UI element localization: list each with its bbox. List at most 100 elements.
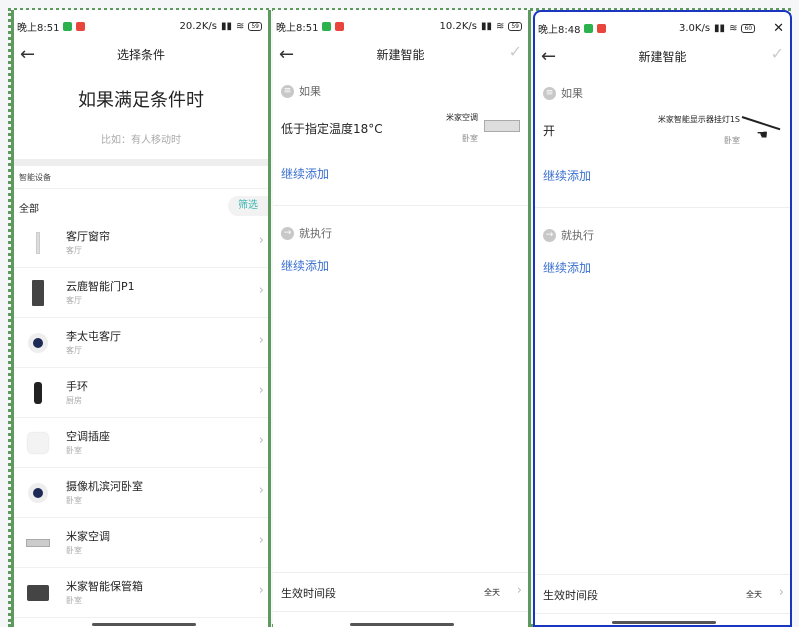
network-speed: 3.0K/s [679, 22, 711, 34]
new-automation-screen: 晚上8:51 10.2K/s ▮▮ ≋ 59 ← 新建智能 ✓ ≡ 如果 低于指定温… [273, 10, 531, 627]
effective-period-row[interactable]: 生效时间段 全天 › [273, 572, 528, 612]
device-row[interactable]: 米家空调 卧室 › [14, 518, 268, 568]
home-indicator [92, 623, 196, 626]
then-section-header: → 就执行 [543, 227, 594, 243]
device-row[interactable]: 手环 厨房 › [14, 368, 268, 418]
confirm-check-button[interactable]: ✓ [509, 42, 522, 61]
arrow-right-icon: → [543, 228, 556, 242]
device-name: 客厅窗帘 [66, 230, 110, 243]
door-icon [26, 280, 50, 306]
new-automation-screen-active: 晚上8:48 3.0K/s ▮▮ ≋ 60 ✕ ← 新建智能 ✓ ≡ 如果 开 米家… [533, 10, 792, 627]
chevron-right-icon: › [778, 585, 784, 600]
condition-text[interactable]: 开 [543, 122, 555, 139]
device-row[interactable]: 摄像机滨河卧室 卧室 › [14, 468, 268, 518]
camera-icon [26, 331, 50, 355]
chevron-right-icon: › [258, 333, 264, 348]
band-icon [26, 381, 50, 405]
camera-icon [26, 481, 50, 505]
device-room: 卧室 [66, 596, 82, 605]
chevron-right-icon: › [258, 433, 264, 448]
wifi-icon: ≋ [495, 20, 505, 32]
section-label: 智能设备 [19, 173, 51, 182]
arrow-right-icon: → [281, 226, 294, 240]
device-room: 卧室 [66, 496, 82, 505]
hint-text: 比如：有人移动时 [101, 135, 181, 146]
signal-icon: ▮▮ [220, 20, 232, 32]
ac-icon [26, 531, 50, 555]
condition-room: 卧室 [724, 136, 740, 145]
network-speed: 20.2K/s [179, 20, 217, 32]
chevron-right-icon: › [258, 483, 264, 498]
home-indicator [612, 621, 716, 624]
if-label: 如果 [561, 87, 583, 100]
device-name: 摄像机滨河卧室 [66, 480, 143, 493]
condition-text[interactable]: 低于指定温度18°C [281, 120, 383, 137]
device-name: 云鹿智能门P1 [66, 280, 135, 293]
filter-button[interactable]: 筛选 [228, 196, 268, 216]
add-condition-link[interactable]: 继续添加 [281, 165, 329, 182]
chevron-right-icon: › [258, 383, 264, 398]
all-devices-tab[interactable]: 全部 [19, 200, 39, 215]
device-name: 空调插座 [66, 430, 110, 443]
chevron-right-icon: › [258, 583, 264, 598]
device-row[interactable]: 空调插座 卧室 › [14, 418, 268, 468]
chevron-right-icon: › [258, 533, 264, 548]
signal-icon: ▮▮ [714, 22, 726, 34]
device-name: 手环 [66, 380, 88, 393]
page-title: 选择条件 [116, 48, 165, 62]
close-button[interactable]: ✕ [773, 21, 784, 36]
confirm-check-button[interactable]: ✓ [771, 44, 784, 63]
condition-device: 米家空调 [446, 113, 478, 122]
curtain-icon [26, 231, 50, 255]
condition-device: 米家智能显示器挂灯1S [657, 115, 740, 124]
battery-icon: 60 [741, 23, 756, 33]
device-room: 客厅 [66, 346, 82, 355]
chevron-right-icon: › [258, 233, 264, 248]
page-title: 新建智能 [638, 50, 687, 64]
if-section-header: ≡ 如果 [543, 85, 583, 101]
add-action-link[interactable]: 继续添加 [281, 257, 329, 274]
if-label: 如果 [299, 85, 321, 98]
then-label: 就执行 [299, 227, 332, 240]
add-condition-link[interactable]: 继续添加 [543, 167, 591, 184]
phone-app-icon [322, 21, 332, 31]
device-row[interactable]: 云鹿智能门P1 客厅 › [14, 268, 268, 318]
device-room: 客厅 [66, 296, 82, 305]
status-bar: 晚上8:51 10.2K/s ▮▮ ≋ 59 [276, 19, 522, 34]
mouse-cursor-icon: ☚ [756, 128, 768, 143]
device-row[interactable]: 客厅窗帘 客厅 › [14, 218, 268, 268]
device-row[interactable]: 李太屯客厅 客厅 › [14, 318, 268, 368]
device-room: 客厅 [66, 246, 82, 255]
period-label: 生效时间段 [281, 587, 336, 600]
status-bar: 晚上8:51 20.2K/s ▮▮ ≋ 59 [17, 19, 262, 34]
battery-icon: 59 [508, 21, 522, 31]
chevron-right-icon: › [258, 283, 264, 298]
home-indicator [350, 623, 454, 626]
list-icon: ≡ [543, 86, 556, 100]
condition-room: 卧室 [462, 134, 478, 143]
device-name: 米家智能保管箱 [66, 580, 143, 593]
status-time: 晚上8:51 [276, 22, 319, 34]
then-label: 就执行 [561, 229, 594, 242]
select-condition-screen: 晚上8:51 20.2K/s ▮▮ ≋ 59 ← 选择条件 如果满足条件时 比如：… [11, 10, 271, 627]
period-label: 生效时间段 [543, 589, 598, 602]
device-room: 卧室 [66, 546, 82, 555]
then-section-header: → 就执行 [281, 225, 332, 241]
wifi-icon: ≋ [729, 22, 738, 34]
phone-app-icon [584, 23, 594, 33]
device-name: 李太屯客厅 [66, 330, 121, 343]
if-section-header: ≡ 如果 [281, 83, 321, 99]
network-speed: 10.2K/s [439, 20, 477, 32]
add-action-link[interactable]: 继续添加 [543, 259, 591, 276]
status-time: 晚上8:48 [538, 24, 581, 36]
device-room: 厨房 [66, 396, 82, 405]
heading: 如果满足条件时 [78, 90, 204, 111]
section-separator [14, 159, 268, 166]
phone-app-icon [63, 21, 73, 31]
list-icon: ≡ [281, 84, 294, 98]
status-time: 晚上8:51 [17, 22, 60, 34]
device-row[interactable]: 米家智能保管箱 卧室 › [14, 568, 268, 618]
battery-icon: 59 [248, 21, 262, 31]
effective-period-row[interactable]: 生效时间段 全天 › [535, 574, 790, 614]
socket-icon [26, 431, 50, 455]
